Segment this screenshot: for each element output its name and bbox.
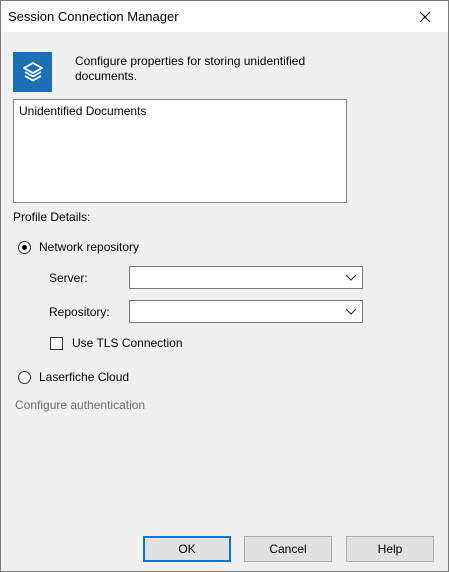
use-tls-label[interactable]: Use TLS Connection (72, 336, 183, 350)
window-title: Session Connection Manager (8, 9, 179, 24)
server-label: Server: (49, 271, 88, 285)
close-button[interactable] (402, 1, 448, 32)
chevron-down-icon (345, 308, 357, 315)
help-button[interactable]: Help (346, 536, 434, 562)
ok-button[interactable]: OK (143, 536, 231, 562)
profiles-listbox[interactable]: Unidentified Documents (13, 99, 347, 203)
network-repository-label[interactable]: Network repository (39, 240, 139, 254)
profile-details-label: Profile Details: (13, 210, 91, 224)
layers-stack-icon (13, 52, 52, 92)
title-bar: Session Connection Manager (1, 1, 448, 32)
laserfiche-cloud-label[interactable]: Laserfiche Cloud (39, 370, 129, 384)
use-tls-checkbox[interactable] (50, 337, 63, 350)
network-repository-radio[interactable] (18, 241, 31, 254)
header-description: Configure properties for storing unident… (75, 54, 306, 83)
cancel-button[interactable]: Cancel (244, 536, 332, 562)
server-combobox[interactable] (129, 266, 363, 289)
close-icon (419, 11, 431, 22)
radio-selected-dot (22, 245, 27, 250)
configure-authentication-link[interactable]: Configure authentication (15, 398, 145, 412)
list-item[interactable]: Unidentified Documents (19, 104, 146, 118)
dialog-window: Session Connection Manager Configure pro… (0, 0, 449, 572)
laserfiche-cloud-radio[interactable] (18, 371, 31, 384)
chevron-down-icon (345, 274, 357, 281)
repository-label: Repository: (49, 305, 110, 319)
repository-combobox[interactable] (129, 300, 363, 323)
